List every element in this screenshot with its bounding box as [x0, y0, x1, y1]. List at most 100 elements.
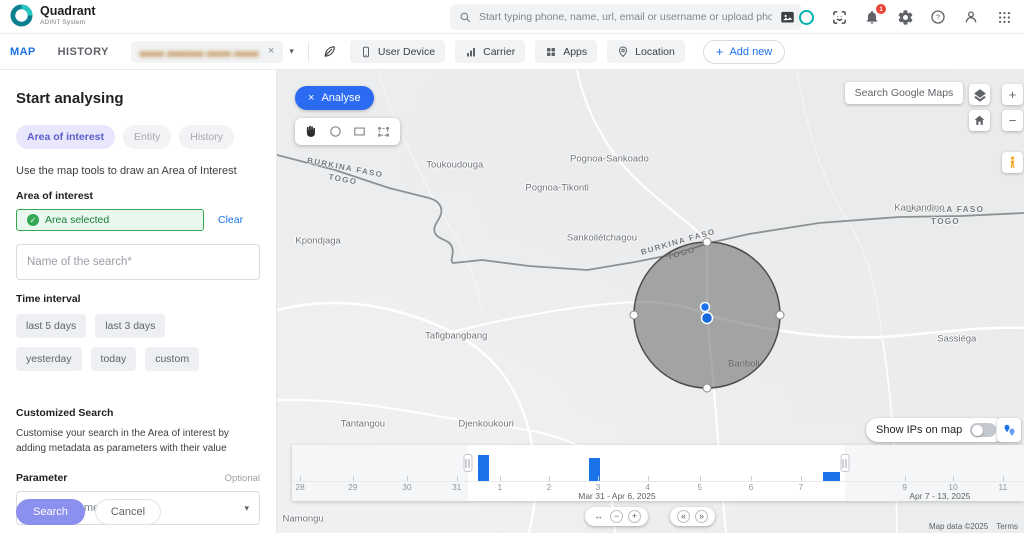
analyse-button[interactable]: × Analyse [295, 86, 374, 110]
close-icon[interactable]: × [268, 46, 274, 57]
brand-name: Quadrant [40, 5, 96, 19]
device-location-marker[interactable] [702, 313, 713, 324]
timeline-next-button[interactable]: » [695, 510, 708, 523]
global-search[interactable] [450, 4, 802, 30]
tab-entity[interactable]: Entity [123, 125, 171, 149]
device-location-marker[interactable] [701, 303, 710, 312]
aoi-status-row: ✓ Area selected Clear [16, 209, 260, 231]
zoom-in-button[interactable]: + [1002, 84, 1023, 105]
timeline-tick [300, 476, 301, 481]
svg-text:?: ? [936, 13, 940, 22]
draw-circle-tool[interactable] [326, 122, 345, 141]
map-canvas[interactable]: BURKINA FASOTOGOBURKINA FASOTOGOBURKINA … [277, 70, 1024, 533]
map-attribution: Map data ©2025 Terms [929, 522, 1018, 531]
pegman-icon [1006, 154, 1019, 171]
timeline-pan-button[interactable]: ↔ [592, 510, 605, 523]
sidebar-actions: Search Cancel [16, 499, 161, 525]
filter-user-device[interactable]: User Device [350, 40, 445, 63]
show-ips-label: Show IPs on map [876, 424, 962, 436]
preset-custom[interactable]: custom [145, 347, 199, 371]
global-search-input[interactable] [479, 11, 772, 23]
draw-polygon-tool[interactable] [374, 122, 393, 141]
apps-grid-icon [545, 46, 557, 58]
timeline-range-handle[interactable] [463, 454, 472, 472]
aoi-resize-handle-n[interactable] [703, 238, 711, 246]
pan-hand-tool[interactable] [302, 122, 321, 141]
street-view-pegman[interactable] [1002, 152, 1023, 173]
clear-link[interactable]: Clear [218, 214, 243, 226]
timeline-tick [500, 476, 501, 481]
timeline-tick [905, 476, 906, 481]
instruction-text: Use the map tools to draw an Area of Int… [16, 165, 260, 177]
aoi-resize-handle-w[interactable] [630, 311, 638, 319]
draw-feather-icon[interactable] [322, 44, 337, 59]
timeline-tick-label: 29 [348, 482, 357, 492]
timeline-tick-label: 28 [295, 482, 304, 492]
filter-carrier[interactable]: Carrier [455, 40, 525, 63]
timeline-tick-label: 9 [902, 482, 907, 492]
aoi-label: Area of interest [16, 190, 260, 202]
timeline-step-group: « » [670, 507, 715, 526]
timeline-zoom-out-button[interactable]: − [610, 510, 623, 523]
workspace-tab[interactable]: ▄▄▄▄ ▄▄▄▄▄▄ ▄▄▄▄ ▄▄▄▄ × [131, 41, 284, 63]
chevron-down-icon[interactable]: ▾ [289, 46, 294, 57]
upload-photo-icon[interactable] [779, 10, 796, 25]
preset-yesterday[interactable]: yesterday [16, 347, 82, 371]
quadrant-logo-icon [10, 4, 33, 27]
preset-today[interactable]: today [91, 347, 137, 371]
zoom-out-button[interactable]: − [1002, 110, 1023, 131]
area-selected-text: Area selected [45, 214, 109, 226]
home-icon [973, 114, 986, 127]
preset-last-5-days[interactable]: last 5 days [16, 314, 86, 338]
home-button[interactable] [969, 110, 990, 131]
notifications-bell-icon[interactable]: 1 [862, 7, 882, 27]
toggle-knob [972, 425, 983, 436]
timeline-prev-button[interactable]: « [677, 510, 690, 523]
terms-link[interactable]: Terms [996, 522, 1018, 531]
google-maps-search-button[interactable]: Search Google Maps [845, 82, 963, 104]
tab-history-sidebar[interactable]: History [179, 125, 234, 149]
search-name-input[interactable] [16, 244, 260, 280]
signal-bars-icon [465, 46, 477, 58]
timeline-tick [598, 476, 599, 481]
timeline-tick [549, 476, 550, 481]
timeline-zoom-in-button[interactable]: + [628, 510, 641, 523]
optional-label: Optional [225, 473, 260, 484]
view-toolbar: MAP HISTORY ▄▄▄▄ ▄▄▄▄▄▄ ▄▄▄▄ ▄▄▄▄ × ▾ Us… [0, 34, 1024, 70]
page-title: Start analysing [16, 90, 260, 107]
aoi-resize-handle-e[interactable] [776, 311, 784, 319]
map-layers-button[interactable] [969, 84, 990, 105]
timeline-tick-label: 30 [402, 482, 411, 492]
cancel-button[interactable]: Cancel [95, 499, 161, 525]
brand-text: Quadrant ADINT System [40, 5, 96, 26]
show-ips-toggle[interactable] [970, 423, 996, 437]
brand[interactable]: Quadrant ADINT System [10, 4, 96, 27]
aoi-resize-handle-s[interactable] [703, 384, 711, 392]
preset-last-3-days[interactable]: last 3 days [95, 314, 165, 338]
timeline-strip[interactable]: 28293031123456791011Mar 31 - Apr 6, 2025… [292, 445, 1024, 501]
help-icon[interactable]: ? [928, 7, 948, 27]
ip-markers-button[interactable] [997, 418, 1021, 442]
customized-search-desc: Customise your search in the Area of int… [16, 426, 251, 456]
settings-gear-icon[interactable] [895, 7, 915, 27]
search-button[interactable]: Search [16, 499, 85, 525]
add-new-button[interactable]: + Add new [703, 40, 785, 64]
show-ips-control[interactable]: Show IPs on map [866, 418, 1006, 442]
brand-subtitle: ADINT System [40, 19, 96, 26]
filter-apps[interactable]: Apps [535, 40, 597, 63]
draw-rectangle-tool[interactable] [350, 122, 369, 141]
parameter-label: Parameter [16, 472, 67, 484]
user-profile-icon[interactable] [961, 7, 981, 27]
timeline-range-handle[interactable] [840, 454, 849, 472]
status-ring-icon[interactable] [796, 7, 816, 27]
filter-location[interactable]: Location [607, 40, 685, 63]
tab-area-of-interest[interactable]: Area of interest [16, 125, 115, 149]
tab-history[interactable]: HISTORY [58, 46, 109, 58]
timeline-tick-label: 1 [498, 482, 503, 492]
face-scan-icon[interactable] [829, 7, 849, 27]
analysis-sidebar: Start analysing Area of interest Entity … [0, 70, 277, 533]
tab-map[interactable]: MAP [10, 46, 36, 58]
timeline-tick [953, 476, 954, 481]
apps-grid-menu-icon[interactable] [994, 7, 1014, 27]
sidebar-tabs: Area of interest Entity History [16, 125, 260, 149]
